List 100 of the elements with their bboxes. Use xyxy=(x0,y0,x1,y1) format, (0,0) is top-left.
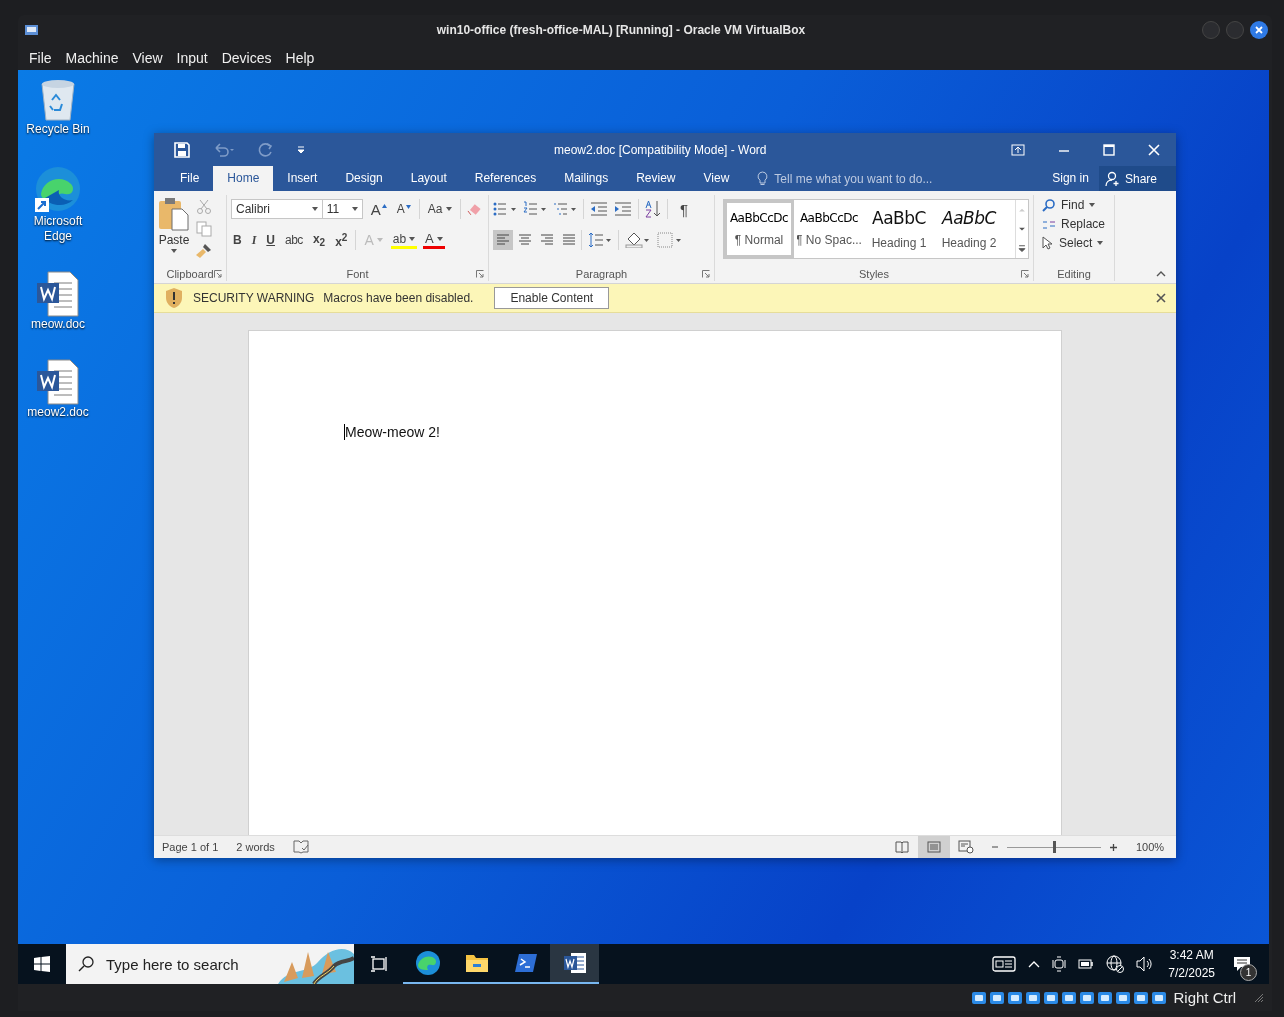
format-button[interactable]: x$_{2}$ xyxy=(310,231,328,249)
format-painter-icon[interactable] xyxy=(196,243,212,259)
format-button[interactable]: I xyxy=(249,232,259,248)
desktop-icon-label[interactable]: meow2.doc xyxy=(20,405,96,420)
word-count[interactable]: 2 words xyxy=(236,841,275,853)
desktop-icon-label[interactable]: meow.doc xyxy=(20,317,96,332)
document-text[interactable]: Meow-meow 2! xyxy=(344,424,440,440)
redo-icon[interactable] xyxy=(258,141,274,158)
line-spacing-icon[interactable] xyxy=(588,232,612,248)
group-label: Editing xyxy=(1057,268,1091,280)
increase-indent-icon[interactable] xyxy=(614,202,632,216)
select-button[interactable]: Select xyxy=(1042,235,1110,251)
decrease-indent-icon[interactable] xyxy=(590,202,608,216)
ribbon-tab[interactable]: Design xyxy=(331,166,397,191)
replace-button[interactable]: Replace xyxy=(1042,216,1110,232)
show-formatting-button[interactable]: ¶ xyxy=(678,200,691,218)
search-input[interactable]: Type here to search xyxy=(104,954,278,974)
sign-in-link[interactable]: Sign in xyxy=(1052,166,1099,191)
format-button[interactable]: x$^{2}$ xyxy=(333,231,350,249)
ribbon-tab[interactable]: Insert xyxy=(273,166,332,191)
menu-item[interactable]: Devices xyxy=(221,49,272,66)
warning-message: Macros have been disabled. xyxy=(323,291,474,305)
menu-item[interactable]: Help xyxy=(285,49,315,66)
style-item[interactable]: AaBbC Heading 1 xyxy=(864,200,934,258)
menu-item[interactable]: Input xyxy=(176,49,208,66)
format-button[interactable]: abc xyxy=(283,233,305,247)
ribbon-tab[interactable]: Mailings xyxy=(550,166,623,191)
tell-me-field[interactable]: Tell me what you want to do... xyxy=(757,166,977,191)
numbering-icon[interactable] xyxy=(523,201,547,217)
close-icon[interactable] xyxy=(1250,21,1268,39)
clipboard-icon xyxy=(158,197,190,231)
page-count[interactable]: Page 1 of 1 xyxy=(162,841,219,853)
ribbon-tab[interactable]: Review xyxy=(622,166,690,191)
dialog-launcher-icon[interactable] xyxy=(476,270,484,278)
camera-icon[interactable] xyxy=(1052,956,1067,972)
caret-up-icon[interactable] xyxy=(1028,960,1041,968)
change-case-button[interactable]: Aa xyxy=(425,202,454,216)
undo-icon[interactable] xyxy=(212,141,236,158)
style-item[interactable]: AaBbCcDc ¶ Normal xyxy=(724,200,794,258)
news-icon[interactable] xyxy=(992,956,1017,972)
maximize-icon[interactable] xyxy=(1103,143,1115,156)
style-item[interactable]: AaBbC Heading 2 xyxy=(934,200,1004,258)
recycle-bin-icon[interactable] xyxy=(38,78,78,122)
word-taskbar-button[interactable] xyxy=(550,944,599,984)
dialog-launcher-icon[interactable] xyxy=(1021,270,1029,278)
dropdown-icon xyxy=(436,236,443,241)
tell-me-input[interactable]: Tell me what you want to do... xyxy=(772,170,977,187)
proofing-icon[interactable] xyxy=(292,840,309,854)
sort-icon[interactable] xyxy=(645,200,661,218)
ribbon-tab[interactable]: References xyxy=(460,166,551,191)
caret-down-icon xyxy=(405,205,411,209)
page-icon xyxy=(927,841,941,853)
grow-font-button[interactable]: A xyxy=(368,200,389,218)
word-document-icon[interactable] xyxy=(36,359,80,405)
shading-icon[interactable] xyxy=(625,232,651,248)
font-family-field[interactable]: Calibri xyxy=(231,199,323,219)
menu-item[interactable]: View xyxy=(132,49,163,66)
dropdown-icon xyxy=(1097,241,1104,245)
clock-time[interactable]: 3:42 AM xyxy=(1169,946,1214,964)
font-size-field[interactable]: 11 xyxy=(321,199,363,219)
battery-icon[interactable] xyxy=(1078,959,1095,969)
close-icon[interactable] xyxy=(1156,293,1166,303)
dialog-launcher-icon[interactable] xyxy=(702,270,710,278)
desktop-icon-label[interactable]: Recycle Bin xyxy=(20,122,96,137)
paste-button[interactable]: Paste xyxy=(158,197,190,267)
menu-item[interactable]: File xyxy=(29,49,52,66)
word-icon xyxy=(562,952,587,974)
ribbon-tab[interactable]: File xyxy=(166,166,214,191)
clock-date[interactable]: 7/2/2025 xyxy=(1168,964,1215,982)
desktop-icon-label[interactable]: Microsoft Edge xyxy=(20,214,96,244)
taskbar-search-field[interactable]: Type here to search xyxy=(66,944,354,984)
window-title: win10-office (fresh-office-MAL) [Running] - Oracle VM VirtualBox xyxy=(435,23,807,37)
style-item[interactable]: AaBbCcDc ¶ No Spac... xyxy=(794,200,864,258)
customize-icon[interactable] xyxy=(296,144,306,155)
ribbon-tab[interactable]: Home xyxy=(213,166,274,191)
shrink-font-button[interactable]: A xyxy=(394,202,413,216)
search-icon xyxy=(1042,198,1056,212)
enable-content-button[interactable]: Enable Content xyxy=(494,287,610,309)
zoom-level[interactable]: 100% xyxy=(1136,841,1176,853)
highlight-button[interactable]: ab xyxy=(390,231,418,249)
volume-icon[interactable] xyxy=(1136,956,1155,972)
multilevel-list-icon[interactable] xyxy=(553,201,577,217)
start-icon[interactable] xyxy=(34,956,50,972)
zoom-in-icon[interactable] xyxy=(1109,842,1118,852)
format-button[interactable]: U xyxy=(264,233,277,247)
find-button[interactable]: Find xyxy=(1042,197,1110,213)
resize-grip-icon[interactable] xyxy=(1254,992,1264,1003)
collapse-ribbon-icon[interactable] xyxy=(1156,271,1166,277)
format-button[interactable]: B xyxy=(231,233,244,247)
font-color-button[interactable]: A xyxy=(423,231,445,249)
dialog-launcher-icon[interactable] xyxy=(214,270,222,278)
share-button[interactable]: Share xyxy=(1098,166,1176,191)
edge-icon[interactable] xyxy=(33,164,83,214)
ribbon-display-icon[interactable] xyxy=(1011,143,1025,156)
ribbon-tab[interactable]: Layout xyxy=(396,166,461,191)
save-icon[interactable] xyxy=(174,141,190,158)
ribbon-tab[interactable]: View xyxy=(689,166,744,191)
menu-item[interactable]: Machine xyxy=(65,49,119,66)
bullets-icon[interactable] xyxy=(493,201,517,217)
word-document-icon[interactable] xyxy=(36,271,80,317)
